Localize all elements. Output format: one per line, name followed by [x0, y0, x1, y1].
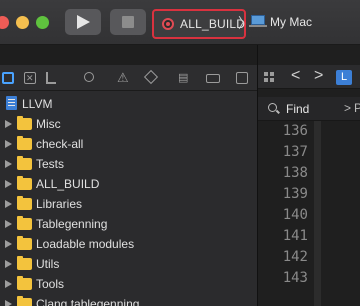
breakpoint-icon[interactable] — [206, 74, 220, 83]
back-button[interactable]: < — [291, 67, 300, 85]
navigator-top-strip — [0, 45, 257, 65]
tree-item-tablegenning[interactable]: Tablegenning — [0, 214, 257, 234]
tree-item-label: Loadable modules — [36, 237, 135, 251]
folder-icon — [17, 296, 32, 306]
find-bar: Find > P — [258, 97, 360, 121]
stop-button[interactable] — [110, 9, 146, 35]
line-number: 140 — [282, 207, 308, 223]
line-number: 139 — [282, 186, 308, 202]
tree-item-label: Misc — [36, 117, 61, 131]
line-number: 141 — [282, 228, 308, 244]
folder-icon — [17, 256, 32, 270]
find-mode-selector[interactable]: Find — [262, 100, 342, 118]
close-window-button[interactable] — [0, 16, 9, 29]
disclosure-triangle-icon[interactable] — [5, 120, 12, 128]
jump-bar: < > L — [258, 65, 360, 89]
minimize-window-button[interactable] — [16, 16, 29, 29]
disclosure-triangle-icon[interactable] — [5, 300, 12, 306]
disclosure-triangle-icon[interactable] — [5, 240, 12, 248]
line-number: 137 — [282, 144, 308, 160]
project-icon — [6, 96, 17, 110]
tree-item-misc[interactable]: Misc — [0, 114, 257, 134]
disclosure-triangle-icon[interactable] — [5, 200, 12, 208]
run-button[interactable] — [65, 9, 101, 35]
line-number-gutter: 136 137 138 139 140 141 142 143 — [258, 121, 314, 289]
disclosure-triangle-icon[interactable] — [5, 220, 12, 228]
tree-item-label: Utils — [36, 257, 60, 271]
folder-icon — [17, 216, 32, 230]
tree-item-utils[interactable]: Utils — [0, 254, 257, 274]
line-number: 142 — [282, 249, 308, 265]
change-bar — [314, 121, 321, 306]
tree-item-label: ALL_BUILD — [36, 177, 100, 191]
disclosure-triangle-icon[interactable] — [5, 260, 12, 268]
tree-item-tests[interactable]: Tests — [0, 154, 257, 174]
tree-item-check-all[interactable]: check-all — [0, 134, 257, 154]
toolbar: ALL_BUILD 〉 My Mac — [0, 0, 360, 45]
source-editor: < > L Find > P 136 137 138 139 140 141 1… — [258, 45, 360, 306]
folder-icon — [17, 136, 32, 150]
tree-item-label: check-all — [36, 137, 84, 151]
find-label: Find — [286, 102, 310, 116]
line-number: 138 — [282, 165, 308, 181]
play-icon — [77, 15, 90, 29]
folder-icon — [17, 196, 32, 210]
navigator-selector-bar: ⚠ ▤ — [0, 65, 257, 91]
forward-button[interactable]: > — [314, 67, 323, 85]
tree-item-label: Clang tablegenning — [36, 297, 140, 306]
folder-icon — [17, 156, 32, 170]
find-option-label[interactable]: P — [354, 101, 360, 115]
disclosure-triangle-icon[interactable] — [5, 180, 12, 188]
destination-selector[interactable]: My Mac — [270, 15, 312, 29]
project-tree: LLVM Misc check-all Tests ALL_BUILD Libr… — [0, 94, 257, 306]
disclosure-triangle-icon[interactable] — [5, 280, 12, 288]
project-root[interactable]: LLVM — [0, 94, 257, 114]
tree-item-label: Tests — [36, 157, 65, 171]
project-root-label: LLVM — [22, 97, 53, 111]
related-items-icon[interactable] — [264, 72, 274, 82]
debug-icon[interactable]: ▤ — [178, 72, 190, 84]
scheme-selector[interactable]: ALL_BUILD — [152, 9, 246, 39]
warning-icon[interactable]: ⚠ — [117, 71, 129, 84]
folder-icon — [17, 276, 32, 290]
tree-item-clang-tablegenning[interactable]: Clang tablegenning — [0, 294, 257, 306]
source-control-icon[interactable] — [24, 72, 36, 84]
folder-icon[interactable] — [2, 72, 14, 84]
mac-icon — [249, 15, 267, 27]
line-number: 136 — [282, 123, 308, 139]
chevron-right-icon: 〉 — [238, 15, 252, 31]
tree-item-all-build[interactable]: ALL_BUILD — [0, 174, 257, 194]
tree-item-label: Tablegenning — [36, 217, 108, 231]
line-number: 143 — [282, 270, 308, 286]
tree-item-loadable-modules[interactable]: Loadable modules — [0, 234, 257, 254]
scheme-name: ALL_BUILD — [180, 17, 246, 31]
code-area[interactable] — [321, 121, 360, 306]
tree-item-label: Libraries — [36, 197, 83, 211]
tree-item-libraries[interactable]: Libraries — [0, 194, 257, 214]
tree-item-tools[interactable]: Tools — [0, 274, 257, 294]
stop-icon — [122, 16, 134, 28]
search-icon — [268, 103, 277, 112]
disclosure-triangle-icon[interactable] — [5, 140, 12, 148]
search-icon[interactable] — [84, 72, 94, 82]
file-icon[interactable]: L — [336, 70, 352, 85]
tree-item-label: Tools — [36, 277, 65, 291]
folder-icon — [17, 116, 32, 130]
target-icon — [162, 18, 174, 30]
symbol-icon[interactable] — [46, 72, 56, 84]
zoom-window-button[interactable] — [36, 16, 49, 29]
disclosure-triangle-icon[interactable] — [5, 160, 12, 168]
chevron-right-icon: > — [344, 101, 352, 115]
folder-icon — [17, 236, 32, 250]
folder-icon — [17, 176, 32, 190]
test-icon[interactable] — [143, 69, 159, 85]
report-icon[interactable] — [236, 72, 248, 84]
